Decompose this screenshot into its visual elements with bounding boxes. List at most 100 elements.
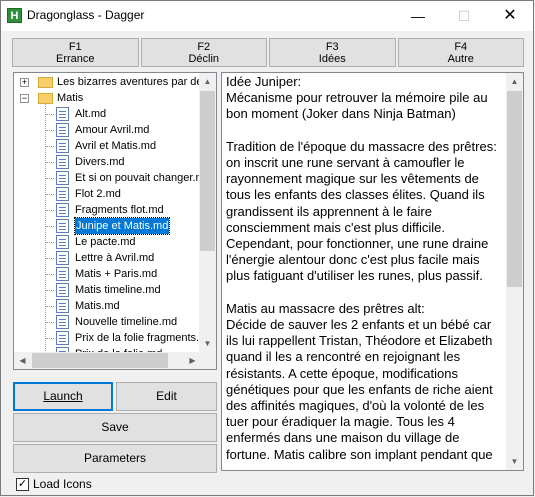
edit-button[interactable]: Edit <box>116 382 217 411</box>
expand-icon[interactable]: + <box>20 78 29 87</box>
f2-declin-button[interactable]: F2 Déclin <box>140 38 267 67</box>
tree-connector <box>46 114 54 115</box>
tree-item-label: Et si on pouvait changer.md <box>75 172 211 184</box>
tree-item-label: Nouvelle timeline.md <box>75 316 178 328</box>
tree-connector <box>46 274 54 275</box>
tree-connector <box>46 226 54 227</box>
tree-guide-line <box>45 97 47 365</box>
tree-item-label: Junipe et Matis.md <box>73 217 171 235</box>
function-key-bar: F1 Errance F2 Déclin F3 Idées F4 Autre <box>12 38 524 67</box>
note-text[interactable]: Idée Juniper: Mécanisme pour retrouver l… <box>226 74 504 470</box>
scroll-up-icon[interactable]: ▲ <box>199 73 216 90</box>
tree-connector <box>46 306 54 307</box>
markdown-file-icon <box>56 203 69 217</box>
fkey-label: Autre <box>447 53 474 65</box>
markdown-file-icon <box>56 331 69 345</box>
save-button[interactable]: Save <box>13 413 217 442</box>
app-icon: H <box>7 8 22 23</box>
tree-item-label: Les bizarres aventures par dela <box>57 76 212 88</box>
close-button[interactable]: ✕ <box>487 1 533 31</box>
tree-item-label: Lettre à Avril.md <box>75 252 155 264</box>
folder-icon <box>38 77 53 88</box>
file-tree[interactable]: + Les bizarres aventures par dela − Mati… <box>13 72 217 370</box>
f4-autre-button[interactable]: F4 Autre <box>397 38 524 67</box>
tree-item-label: Flot 2.md <box>75 188 121 200</box>
tree-item-label: Matis <box>57 92 84 104</box>
markdown-file-icon <box>56 139 69 153</box>
note-editor[interactable]: Idée Juniper: Mécanisme pour retrouver l… <box>221 72 524 471</box>
load-icons-checkbox[interactable]: ✓ <box>16 478 29 491</box>
markdown-file-icon <box>56 235 69 249</box>
tree-connector <box>46 210 54 211</box>
scroll-thumb[interactable] <box>200 91 215 251</box>
fkey-label: Errance <box>55 53 95 65</box>
fkey-key: F1 <box>68 41 82 53</box>
launch-button[interactable]: Launch <box>13 382 113 411</box>
note-paragraph: Matis au massacre des prêtres alt: Décid… <box>226 300 493 462</box>
parameters-button[interactable]: Parameters <box>13 444 217 473</box>
launch-label: Launch <box>43 389 83 403</box>
tree-connector <box>46 178 54 179</box>
note-paragraph: Tradition de l'époque du massacre des pr… <box>226 138 497 284</box>
scroll-down-icon[interactable]: ▼ <box>506 453 523 470</box>
fkey-key: F2 <box>197 41 211 53</box>
tree-connector <box>46 194 54 195</box>
tree-connector <box>46 242 54 243</box>
tree-item-label: Le pacte.md <box>75 236 136 248</box>
note-paragraph: Idée Juniper: Mécanisme pour retrouver l… <box>226 74 488 122</box>
tree-vertical-scrollbar[interactable]: ▲ ▼ <box>199 73 216 352</box>
tree-item-label: Fragments flot.md <box>75 204 164 216</box>
tree-connector <box>46 146 54 147</box>
markdown-file-icon <box>56 123 69 137</box>
tree-item-label: Matis timeline.md <box>75 284 161 296</box>
tree-item-label: Avril et Matis.md <box>75 140 157 152</box>
fkey-key: F3 <box>325 41 339 53</box>
tree-connector <box>46 258 54 259</box>
fkey-key: F4 <box>454 41 468 53</box>
window-title: Dragonglass - Dagger <box>27 8 145 22</box>
f3-idees-button[interactable]: F3 Idées <box>269 38 396 67</box>
tree-item-label: Amour Avril.md <box>75 124 150 136</box>
markdown-file-icon <box>56 267 69 281</box>
tree-connector <box>46 130 54 131</box>
markdown-file-icon <box>56 283 69 297</box>
check-icon: ✓ <box>17 478 28 490</box>
markdown-file-icon <box>56 171 69 185</box>
scroll-thumb[interactable] <box>507 91 522 287</box>
scroll-left-icon[interactable]: ◀ <box>14 352 31 369</box>
markdown-file-icon <box>56 251 69 265</box>
collapse-icon[interactable]: − <box>20 94 29 103</box>
app-window: H Dragonglass - Dagger — ☐ ✕ F1 Errance … <box>0 0 534 496</box>
f1-errance-button[interactable]: F1 Errance <box>12 38 139 67</box>
title-bar: H Dragonglass - Dagger — ☐ ✕ <box>1 1 533 31</box>
tree-item-label: Matis + Paris.md <box>75 268 158 280</box>
markdown-file-icon <box>56 155 69 169</box>
markdown-file-icon <box>56 299 69 313</box>
tree-item-label: Divers.md <box>75 156 125 168</box>
tree-item-label: Alt.md <box>75 108 107 120</box>
tree-connector <box>46 162 54 163</box>
editor-vertical-scrollbar[interactable]: ▲ ▼ <box>506 73 523 470</box>
scroll-thumb[interactable] <box>32 353 168 368</box>
tree-horizontal-scrollbar[interactable]: ◀ ▶ <box>14 352 201 369</box>
fkey-label: Déclin <box>188 53 220 65</box>
edit-label: Edit <box>156 389 177 403</box>
markdown-file-icon <box>56 315 69 329</box>
minimize-button[interactable]: — <box>395 1 441 31</box>
fkey-label: Idées <box>318 53 346 65</box>
tree-item-label: Matis.md <box>75 300 120 312</box>
markdown-file-icon <box>56 219 69 233</box>
markdown-file-icon <box>56 107 69 121</box>
scroll-up-icon[interactable]: ▲ <box>506 73 523 90</box>
save-label: Save <box>101 420 129 434</box>
tree-connector <box>46 290 54 291</box>
tree-connector <box>46 322 54 323</box>
markdown-file-icon <box>56 187 69 201</box>
scroll-down-icon[interactable]: ▼ <box>199 335 216 352</box>
parameters-label: Parameters <box>83 451 147 465</box>
load-icons-label: Load Icons <box>33 477 92 491</box>
maximize-button[interactable]: ☐ <box>441 1 487 31</box>
scrollbar-corner <box>199 352 216 369</box>
folder-open-icon <box>38 93 53 104</box>
tree-connector <box>46 338 54 339</box>
